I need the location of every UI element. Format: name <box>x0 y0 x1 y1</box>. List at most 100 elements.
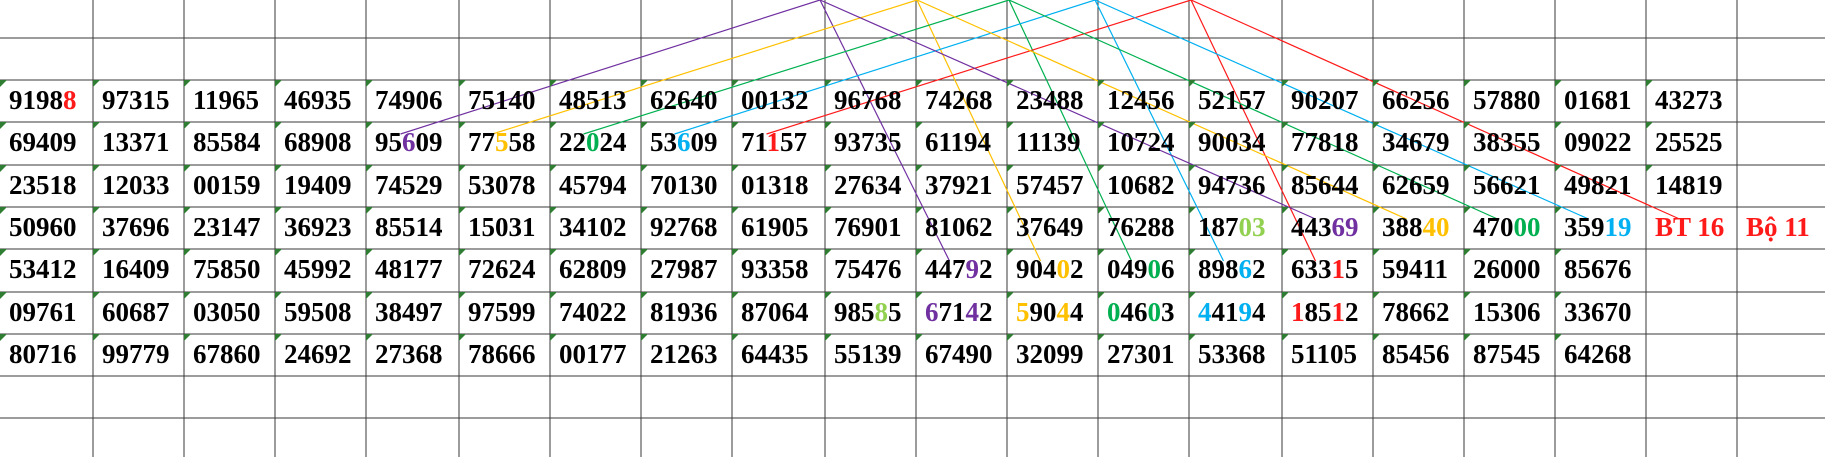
number-cell[interactable]: 12033 <box>93 165 184 207</box>
number-cell[interactable]: 46935 <box>275 80 366 122</box>
number-cell[interactable]: 62640 <box>641 80 732 122</box>
number-cell[interactable]: 27987 <box>641 249 732 292</box>
number-cell[interactable]: 98585 <box>825 292 916 334</box>
number-cell[interactable]: 51105 <box>1282 334 1373 376</box>
number-cell[interactable]: 23488 <box>1007 80 1098 122</box>
number-cell[interactable]: 95609 <box>366 122 459 165</box>
number-cell[interactable]: 16409 <box>93 249 184 292</box>
number-cell[interactable]: 45992 <box>275 249 366 292</box>
number-cell[interactable]: 11139 <box>1007 122 1098 165</box>
number-cell[interactable]: 37649 <box>1007 207 1098 249</box>
number-cell[interactable]: 38840 <box>1373 207 1464 249</box>
number-cell[interactable]: 57880 <box>1464 80 1555 122</box>
number-cell[interactable]: 59044 <box>1007 292 1098 334</box>
number-cell[interactable]: 93735 <box>825 122 916 165</box>
number-cell[interactable]: 76901 <box>825 207 916 249</box>
number-cell[interactable]: 11965 <box>184 80 275 122</box>
number-cell[interactable]: 48177 <box>366 249 459 292</box>
number-cell[interactable]: 21263 <box>641 334 732 376</box>
number-cell[interactable]: 53368 <box>1189 334 1282 376</box>
number-cell[interactable]: 74529 <box>366 165 459 207</box>
number-cell[interactable]: 99779 <box>93 334 184 376</box>
number-cell[interactable]: 67490 <box>916 334 1007 376</box>
number-cell[interactable]: 91988 <box>0 80 93 122</box>
number-cell[interactable]: 35919 <box>1555 207 1646 249</box>
number-cell[interactable]: 85456 <box>1373 334 1464 376</box>
number-cell[interactable]: 25525 <box>1646 122 1737 165</box>
number-cell[interactable]: 75850 <box>184 249 275 292</box>
number-cell[interactable]: 04906 <box>1098 249 1189 292</box>
number-cell[interactable]: 27301 <box>1098 334 1189 376</box>
number-cell[interactable]: 34102 <box>550 207 641 249</box>
number-cell[interactable]: 00159 <box>184 165 275 207</box>
number-cell[interactable]: 72624 <box>459 249 550 292</box>
number-cell[interactable]: 13371 <box>93 122 184 165</box>
number-cell[interactable]: 64268 <box>1555 334 1646 376</box>
number-cell[interactable]: 53609 <box>641 122 732 165</box>
number-cell[interactable]: 94736 <box>1189 165 1282 207</box>
number-cell[interactable]: 60687 <box>93 292 184 334</box>
number-cell[interactable]: 63315 <box>1282 249 1373 292</box>
number-cell[interactable]: 47000 <box>1464 207 1555 249</box>
number-cell[interactable]: 15306 <box>1464 292 1555 334</box>
number-cell[interactable]: 44194 <box>1189 292 1282 334</box>
number-cell[interactable]: 89862 <box>1189 249 1282 292</box>
number-cell[interactable]: 37696 <box>93 207 184 249</box>
number-cell[interactable]: 37921 <box>916 165 1007 207</box>
number-cell[interactable]: 62659 <box>1373 165 1464 207</box>
number-cell[interactable]: 15031 <box>459 207 550 249</box>
number-cell[interactable]: 69409 <box>0 122 93 165</box>
number-cell[interactable]: 23518 <box>0 165 93 207</box>
number-cell[interactable]: 50960 <box>0 207 93 249</box>
number-cell[interactable]: 38355 <box>1464 122 1555 165</box>
number-cell[interactable]: 22024 <box>550 122 641 165</box>
number-cell[interactable]: 77558 <box>459 122 550 165</box>
number-cell[interactable]: 53412 <box>0 249 93 292</box>
number-cell[interactable]: 61194 <box>916 122 1007 165</box>
number-cell[interactable]: 56621 <box>1464 165 1555 207</box>
number-cell[interactable]: 85584 <box>184 122 275 165</box>
number-cell[interactable]: 27634 <box>825 165 916 207</box>
number-cell[interactable]: 00132 <box>732 80 825 122</box>
number-cell[interactable]: 76288 <box>1098 207 1189 249</box>
label-cell[interactable]: BT 16 <box>1646 207 1737 249</box>
number-cell[interactable]: 53078 <box>459 165 550 207</box>
number-cell[interactable]: 00177 <box>550 334 641 376</box>
number-cell[interactable]: 18703 <box>1189 207 1282 249</box>
number-cell[interactable]: 24692 <box>275 334 366 376</box>
number-cell[interactable]: 04603 <box>1098 292 1189 334</box>
number-cell[interactable]: 27368 <box>366 334 459 376</box>
number-cell[interactable]: 12456 <box>1098 80 1189 122</box>
number-cell[interactable]: 09761 <box>0 292 93 334</box>
number-cell[interactable]: 75140 <box>459 80 550 122</box>
number-cell[interactable]: 68908 <box>275 122 366 165</box>
number-cell[interactable]: 26000 <box>1464 249 1555 292</box>
number-cell[interactable]: 57457 <box>1007 165 1098 207</box>
number-cell[interactable]: 23147 <box>184 207 275 249</box>
label-cell[interactable]: Bộ 11 <box>1737 207 1825 249</box>
number-cell[interactable]: 71157 <box>732 122 825 165</box>
number-cell[interactable]: 81936 <box>641 292 732 334</box>
number-cell[interactable]: 36923 <box>275 207 366 249</box>
number-cell[interactable]: 32099 <box>1007 334 1098 376</box>
number-cell[interactable]: 01318 <box>732 165 825 207</box>
number-cell[interactable]: 45794 <box>550 165 641 207</box>
number-cell[interactable]: 85514 <box>366 207 459 249</box>
number-cell[interactable]: 74268 <box>916 80 1007 122</box>
number-cell[interactable]: 34679 <box>1373 122 1464 165</box>
number-cell[interactable]: 67860 <box>184 334 275 376</box>
number-cell[interactable]: 90402 <box>1007 249 1098 292</box>
number-cell[interactable]: 66256 <box>1373 80 1464 122</box>
number-cell[interactable]: 80716 <box>0 334 93 376</box>
number-cell[interactable]: 33670 <box>1555 292 1646 334</box>
number-cell[interactable]: 38497 <box>366 292 459 334</box>
number-cell[interactable]: 43273 <box>1646 80 1737 122</box>
number-cell[interactable]: 61905 <box>732 207 825 249</box>
number-cell[interactable]: 85676 <box>1555 249 1646 292</box>
number-cell[interactable]: 19409 <box>275 165 366 207</box>
number-cell[interactable]: 64435 <box>732 334 825 376</box>
number-cell[interactable]: 74022 <box>550 292 641 334</box>
number-cell[interactable]: 10724 <box>1098 122 1189 165</box>
number-cell[interactable]: 81062 <box>916 207 1007 249</box>
number-cell[interactable]: 90207 <box>1282 80 1373 122</box>
